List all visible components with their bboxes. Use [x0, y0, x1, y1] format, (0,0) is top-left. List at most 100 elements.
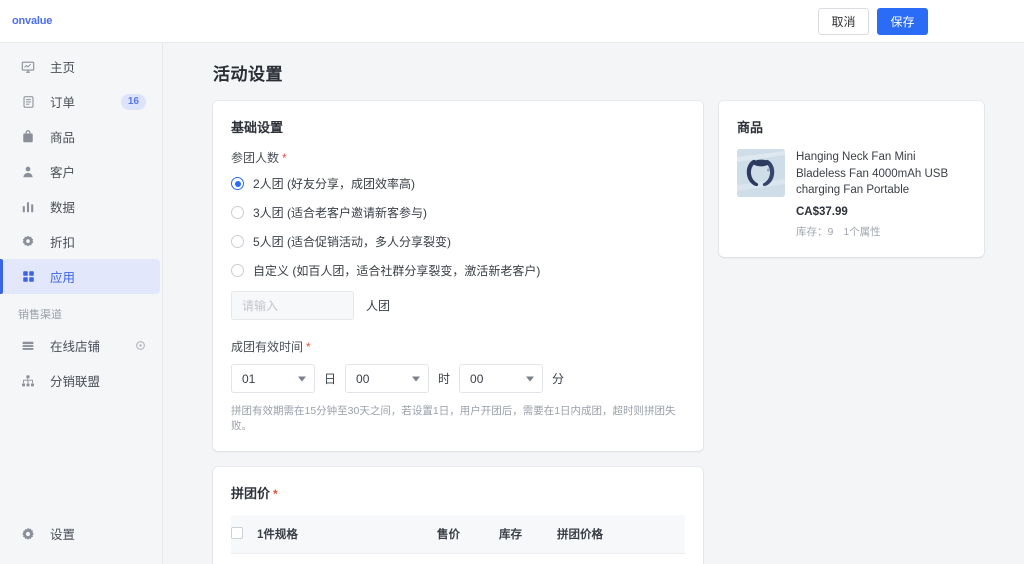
group-price-table: 1件规格 售价 库存 拼团价格 Hanging Neck Fan: [231, 515, 685, 564]
radio-indicator[interactable]: [231, 206, 244, 219]
sidebar-item-label: 折扣: [50, 236, 76, 250]
sidebar-item-analytics[interactable]: 数据: [2, 189, 160, 224]
row-select-cell: [231, 553, 257, 564]
column-price: 售价: [437, 515, 499, 555]
page-title: 活动设置: [213, 65, 283, 84]
column-stock: 库存: [499, 515, 557, 555]
product-name: Hanging Neck Fan Mini Bladeless Fan 4000…: [796, 151, 949, 197]
group-size-label-text: 参团人数: [231, 151, 280, 165]
radio-indicator[interactable]: [231, 264, 244, 277]
person-icon: [20, 164, 36, 180]
network-icon: [20, 373, 36, 389]
view-icon[interactable]: [135, 340, 146, 351]
sidebar-item-label: 商品: [50, 131, 76, 145]
duration-days-select[interactable]: 01: [231, 364, 315, 393]
product-thumbnail: [737, 149, 785, 197]
save-button[interactable]: 保存: [877, 7, 928, 35]
sidebar-item-distribution[interactable]: 分销联盟: [2, 363, 160, 398]
content-row: 基础设置 参团人数 * 2人团 (好友分享，成团效率高) 3人团 (适合老客户邀请…: [213, 101, 1024, 564]
duration-hours-value: 00: [356, 371, 370, 386]
duration-days-unit: 日: [324, 372, 337, 386]
duration-minutes-select[interactable]: 00: [459, 364, 544, 393]
duration-minutes-value: 00: [470, 371, 484, 386]
group-price-card: 拼团价 * 1件规格 售价 库存 拼团价格: [213, 467, 703, 564]
sidebar-item-label: 数据: [50, 201, 76, 215]
product-meta: 库存：9 1个属性: [796, 224, 966, 239]
sidebar-item-label: 客户: [50, 166, 76, 180]
product-stock: 库存：9: [796, 226, 834, 239]
sidebar-item-discounts[interactable]: 折扣: [2, 224, 160, 259]
column-spec: 1件规格: [257, 515, 437, 555]
radio-indicator[interactable]: [231, 235, 244, 248]
sidebar-item-label: 应用: [50, 271, 76, 285]
required-mark: *: [282, 151, 287, 165]
required-mark: *: [273, 487, 278, 502]
discount-icon: [20, 234, 36, 250]
required-mark: *: [306, 340, 311, 354]
sidebar-section-label: 销售渠道: [18, 309, 62, 321]
bag-icon: [20, 129, 36, 145]
custom-size-unit: 人团: [366, 299, 391, 313]
basic-settings-card: 基础设置 参团人数 * 2人团 (好友分享，成团效率高) 3人团 (适合老客户邀请…: [213, 101, 703, 452]
select-all-checkbox[interactable]: [231, 526, 243, 539]
radio-option-custom[interactable]: 自定义 (如百人团，适合社群分享裂变，激活新老客户): [231, 262, 685, 279]
monitor-icon: [20, 59, 36, 75]
chart-bar-icon: [20, 199, 36, 215]
radio-label: 5人团 (适合促销活动，多人分享裂变): [253, 235, 452, 249]
sidebar-item-label: 主页: [50, 61, 76, 75]
table-row: Hanging Neck Fan Mini Bladeless Fan 4000…: [231, 553, 685, 564]
duration-days-value: 01: [242, 371, 256, 386]
cancel-button[interactable]: 取消: [818, 7, 869, 35]
row-product-name: Hanging Neck Fan Mini Bladeless Fan 4000…: [257, 553, 437, 564]
product-panel: 商品 Hanging Neck Fan Mini Bladeless Fan 4…: [719, 101, 984, 258]
sidebar-item-label: 订单: [50, 96, 76, 110]
sidebar-item-products[interactable]: 商品: [2, 119, 160, 154]
duration-row: 01 日 00 时 00 分: [231, 364, 685, 393]
store-icon: [20, 338, 36, 354]
group-size-label: 参团人数 *: [231, 149, 685, 166]
radio-label: 2人团 (好友分享，成团效率高): [253, 177, 416, 191]
chevron-down-icon: [298, 376, 306, 381]
duration-hours-unit: 时: [438, 372, 451, 386]
top-bar: onvalue 取消 保存: [0, 0, 1024, 43]
radio-label: 自定义 (如百人团，适合社群分享裂变，激活新老客户): [253, 264, 541, 278]
sidebar-item-apps[interactable]: 应用: [0, 259, 160, 294]
table-head: 1件规格 售价 库存 拼团价格: [231, 515, 685, 555]
sidebar-item-label: 设置: [50, 528, 76, 542]
group-price-title-text: 拼团价: [231, 486, 271, 502]
orders-badge: 16: [120, 93, 146, 110]
sidebar-item-customers[interactable]: 客户: [2, 154, 160, 189]
custom-group-size-input[interactable]: [231, 291, 354, 320]
sidebar-item-online-store[interactable]: 在线店铺: [2, 328, 160, 363]
product-info: Hanging Neck Fan Mini Bladeless Fan 4000…: [796, 149, 966, 239]
radio-option-5[interactable]: 5人团 (适合促销活动，多人分享裂变): [231, 233, 685, 250]
document-icon: [20, 94, 36, 110]
brand-logo[interactable]: onvalue: [12, 15, 52, 27]
select-all-header: [231, 515, 257, 555]
gear-icon: [20, 526, 36, 542]
radio-option-3[interactable]: 3人团 (适合老客户邀请新客参与): [231, 204, 685, 221]
row-stock: 9: [499, 553, 557, 564]
right-column: 商品 Hanging Neck Fan Mini Bladeless Fan 4…: [719, 101, 984, 273]
column-group-price: 拼团价格: [557, 515, 685, 555]
custom-size-row: 人团: [231, 291, 685, 320]
sidebar-item-label: 在线店铺: [50, 340, 101, 354]
duration-hours-select[interactable]: 00: [345, 364, 430, 393]
chevron-down-icon: [412, 376, 421, 381]
grid-icon: [20, 269, 36, 285]
sidebar-item-settings[interactable]: 设置: [2, 516, 160, 551]
product-attrs: 1个属性: [843, 226, 881, 239]
sidebar-item-orders[interactable]: 订单 16: [2, 84, 160, 119]
row-price: CA$37.99: [437, 553, 499, 564]
sidebar-item-home[interactable]: 主页: [2, 49, 160, 84]
left-column: 基础设置 参团人数 * 2人团 (好友分享，成团效率高) 3人团 (适合老客户邀请…: [213, 101, 703, 564]
topbar-actions: 取消 保存: [818, 7, 928, 35]
radio-option-2[interactable]: 2人团 (好友分享，成团效率高): [231, 175, 685, 192]
main-content: 活动设置 基础设置 参团人数 * 2人团 (好友分享，成团效率高) 3人团 (适合…: [164, 43, 1024, 564]
product-summary: Hanging Neck Fan Mini Bladeless Fan 4000…: [737, 149, 966, 239]
duration-hint: 拼团有效期需在15分钟至30天之间，若设置1日，用户开团后，需要在1日内成团，超…: [231, 405, 676, 432]
sidebar-bottom: 设置: [0, 516, 162, 551]
sidebar-item-label: 分销联盟: [50, 375, 101, 389]
radio-indicator[interactable]: [231, 177, 244, 190]
table-header-row: 1件规格 售价 库存 拼团价格: [231, 515, 685, 555]
